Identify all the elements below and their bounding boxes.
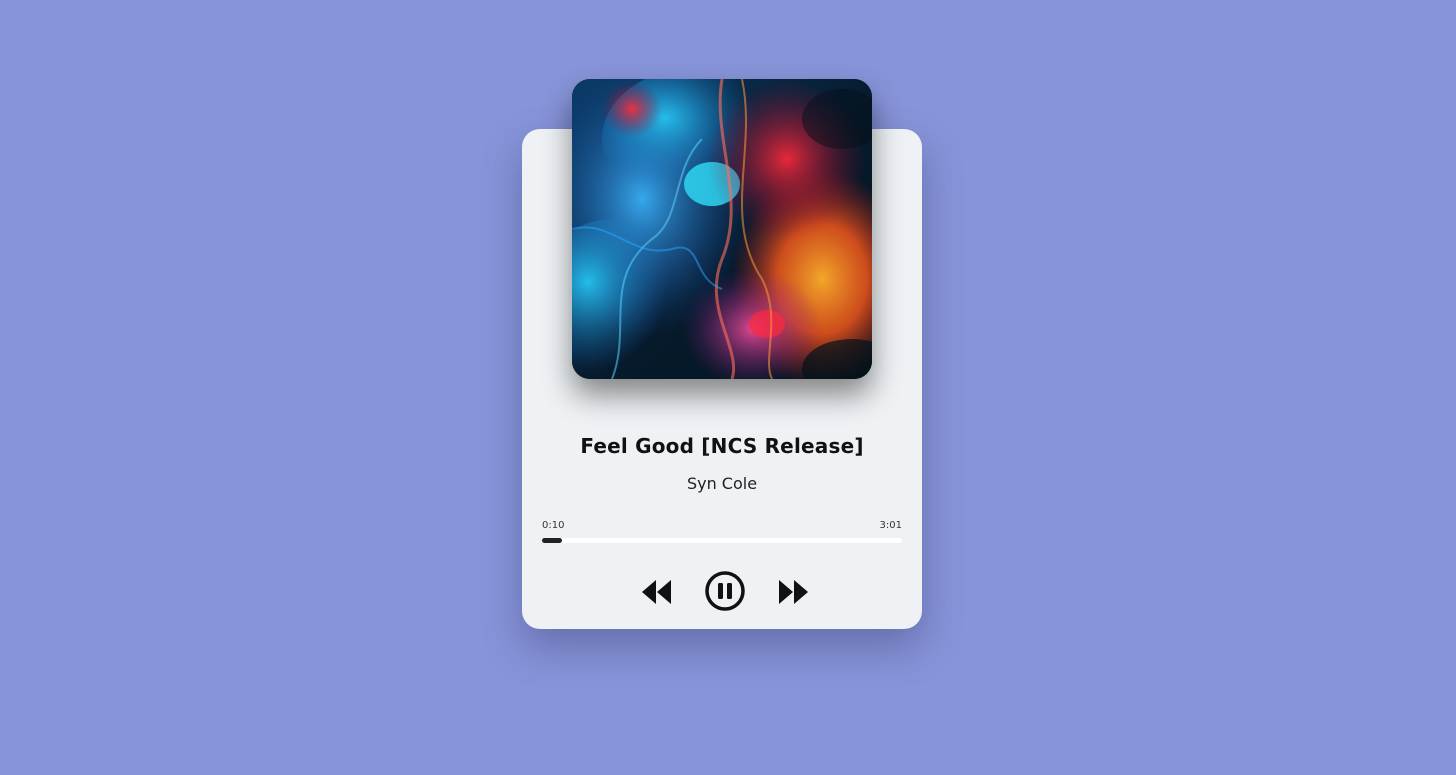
album-cover-image — [572, 79, 872, 379]
track-artist: Syn Cole — [686, 474, 758, 493]
progress-bar[interactable] — [542, 538, 902, 543]
track-duration: 3:01 — [879, 520, 902, 531]
rewind-icon — [642, 580, 671, 604]
pause-circle-icon — [705, 571, 745, 611]
fast-forward-icon — [779, 580, 808, 604]
progress-fill — [542, 538, 562, 543]
album-cover — [572, 79, 872, 379]
current-time: 0:10 — [542, 520, 565, 531]
previous-button[interactable] — [640, 576, 674, 608]
pause-button[interactable] — [704, 570, 746, 612]
track-title: Feel Good [NCS Release] — [580, 434, 864, 458]
next-button[interactable] — [776, 576, 810, 608]
